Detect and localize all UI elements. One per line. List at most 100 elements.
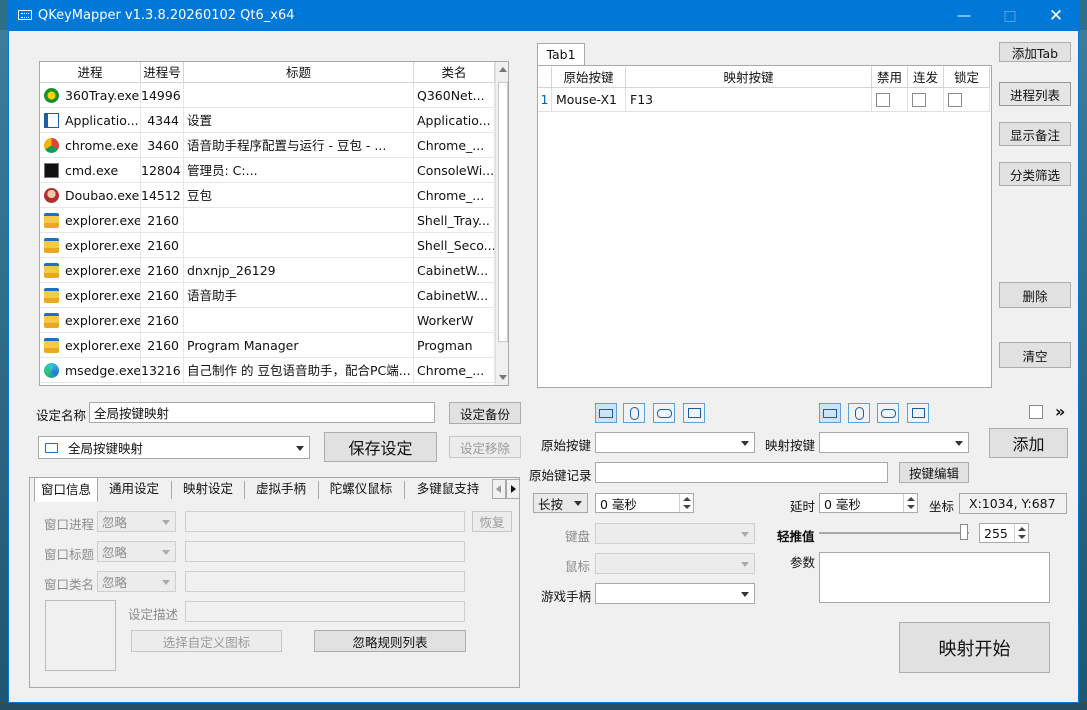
tab-scroll-right-icon[interactable] bbox=[506, 479, 520, 499]
col-original-key[interactable]: 原始按键 bbox=[552, 67, 626, 88]
start-mapping-button[interactable]: 映射开始 bbox=[899, 622, 1050, 673]
process-table-scrollbar[interactable] bbox=[495, 62, 508, 385]
original-key-record-input[interactable] bbox=[595, 462, 888, 483]
original-key-select[interactable] bbox=[595, 432, 755, 453]
lock-checkbox[interactable] bbox=[948, 93, 962, 107]
scroll-thumb[interactable] bbox=[498, 82, 508, 342]
gamepad-icon[interactable] bbox=[653, 403, 675, 423]
col-lock[interactable]: 锁定 bbox=[944, 67, 990, 88]
maximize-button[interactable]: □ bbox=[987, 1, 1033, 31]
process-list-button[interactable]: 进程列表 bbox=[999, 82, 1071, 106]
monitor-icon[interactable] bbox=[907, 403, 929, 423]
setting-name-input[interactable]: 全局按键映射 bbox=[89, 402, 435, 423]
setting-backup-button[interactable]: 设定备份 bbox=[449, 402, 521, 424]
tab-multi-device[interactable]: 多键鼠支持 bbox=[406, 477, 490, 502]
process-table[interactable]: 进程 进程号 标题 类名 360Tray.exe 14996 Q360Net... A… bbox=[39, 61, 509, 386]
spin-arrows-icon[interactable] bbox=[903, 494, 917, 512]
tab-tab1[interactable]: Tab1 bbox=[537, 43, 585, 66]
monitor-icon[interactable] bbox=[683, 403, 705, 423]
table-row[interactable]: chrome.exe 3460 语音助手程序配置与运行 - 豆包 - ... Chro… bbox=[40, 133, 495, 158]
press-time-spinbox[interactable]: 0 毫秒 bbox=[595, 493, 694, 513]
delete-button[interactable]: 删除 bbox=[999, 282, 1071, 308]
burst-checkbox[interactable] bbox=[912, 93, 926, 107]
title-cell: 设置 bbox=[184, 108, 414, 133]
mapped-key-select[interactable] bbox=[819, 432, 969, 453]
key-edit-button[interactable]: 按键编辑 bbox=[899, 462, 969, 483]
clear-button[interactable]: 清空 bbox=[999, 342, 1071, 368]
spin-arrows-icon[interactable] bbox=[1014, 524, 1028, 542]
col-pid[interactable]: 进程号 bbox=[141, 62, 184, 83]
add-mapping-button[interactable]: 添加 bbox=[989, 428, 1068, 458]
pid-cell: 4344 bbox=[141, 108, 184, 133]
table-row[interactable]: cmd.exe 12804 管理员: C:... ConsoleWi... bbox=[40, 158, 495, 183]
window-class-input[interactable] bbox=[185, 571, 465, 592]
delay-spinbox[interactable]: 0 毫秒 bbox=[819, 493, 918, 513]
keyboard-icon[interactable] bbox=[819, 403, 841, 423]
col-class[interactable]: 类名 bbox=[414, 62, 495, 83]
push-value-slider[interactable] bbox=[819, 532, 969, 534]
col-process[interactable]: 进程 bbox=[40, 62, 141, 83]
tab-general-settings[interactable]: 通用设定 bbox=[100, 477, 168, 502]
keyboard-select[interactable] bbox=[595, 523, 755, 544]
gamepad-select[interactable] bbox=[595, 583, 755, 604]
mouse-icon[interactable] bbox=[623, 403, 645, 423]
press-mode-select[interactable]: 长按 bbox=[533, 493, 588, 513]
window-process-mode-select[interactable]: 忽略 bbox=[97, 511, 176, 532]
tab-virtual-gamepad[interactable]: 虚拟手柄 bbox=[246, 477, 316, 502]
table-row[interactable]: explorer.exe 2160 Program Manager Progman bbox=[40, 333, 495, 358]
save-setting-button[interactable]: 保存设定 bbox=[324, 432, 437, 462]
params-textarea[interactable] bbox=[819, 552, 1050, 603]
window-class-mode-select[interactable]: 忽略 bbox=[97, 571, 176, 592]
gamepad-icon[interactable] bbox=[877, 403, 899, 423]
row-original-key[interactable]: Mouse-X1 bbox=[552, 88, 626, 112]
push-value-slider-handle[interactable] bbox=[960, 524, 968, 540]
table-row[interactable]: explorer.exe 2160 WorkerW bbox=[40, 308, 495, 333]
table-row[interactable]: explorer.exe 2160 Shell_Seco... bbox=[40, 233, 495, 258]
mouse-select[interactable] bbox=[595, 553, 755, 574]
keyboard-icon[interactable] bbox=[595, 403, 617, 423]
col-mapped-key[interactable]: 映射按键 bbox=[626, 67, 872, 88]
row-mapped-key[interactable]: F13 bbox=[626, 88, 872, 112]
col-burst[interactable]: 连发 bbox=[908, 67, 944, 88]
setting-description-input[interactable] bbox=[185, 601, 465, 622]
table-row[interactable]: explorer.exe 2160 dnxnjp_26129 CabinetW... bbox=[40, 258, 495, 283]
title-bar[interactable]: QKeyMapper v1.3.8.20260102 Qt6_x64 — □ ✕ bbox=[9, 1, 1080, 31]
ignore-rules-list-button[interactable]: 忽略规则列表 bbox=[314, 630, 466, 652]
table-row[interactable]: explorer.exe 2160 语音助手 CabinetW... bbox=[40, 283, 495, 308]
mapping-table[interactable]: 原始按键 映射按键 禁用 连发 锁定 1 Mouse-X1 F13 bbox=[537, 65, 992, 388]
spin-arrows-icon[interactable] bbox=[679, 494, 693, 512]
coordinate-display: X:1034, Y:687 bbox=[959, 493, 1067, 514]
table-row[interactable]: 360Tray.exe 14996 Q360Net... bbox=[40, 83, 495, 108]
remove-setting-button[interactable]: 设定移除 bbox=[449, 436, 521, 458]
close-button[interactable]: ✕ bbox=[1033, 1, 1079, 31]
choose-custom-icon-button[interactable]: 选择自定义图标 bbox=[131, 630, 282, 652]
disable-checkbox[interactable] bbox=[876, 93, 890, 107]
window-title-mode-select[interactable]: 忽略 bbox=[97, 541, 176, 562]
window-process-input[interactable] bbox=[185, 511, 465, 532]
tab-window-info[interactable]: 窗口信息 bbox=[34, 477, 98, 502]
setting-select[interactable]: 全局按键映射 bbox=[38, 436, 310, 459]
tab-mapping-settings[interactable]: 映射设定 bbox=[173, 477, 243, 502]
table-row[interactable]: Applicatio... 4344 设置 Applicatio... bbox=[40, 108, 495, 133]
minimize-button[interactable]: — bbox=[941, 1, 987, 31]
options-checkbox[interactable] bbox=[1029, 405, 1043, 419]
table-row[interactable]: Doubao.exe 14512 豆包 Chrome_... bbox=[40, 183, 495, 208]
add-tab-button[interactable]: 添加Tab bbox=[999, 42, 1071, 62]
tab-gyro-mouse[interactable]: 陀螺仪鼠标 bbox=[320, 477, 402, 502]
col-title[interactable]: 标题 bbox=[184, 62, 414, 83]
category-filter-button[interactable]: 分类筛选 bbox=[999, 162, 1071, 186]
setting-description-label: 设定描述 bbox=[128, 607, 179, 622]
scroll-down-arrow-icon[interactable] bbox=[499, 375, 507, 380]
main-window: QKeyMapper v1.3.8.20260102 Qt6_x64 — □ ✕… bbox=[8, 0, 1080, 703]
more-options-icon[interactable]: » bbox=[1055, 402, 1065, 421]
table-row[interactable]: explorer.exe 2160 Shell_Tray... bbox=[40, 208, 495, 233]
show-notes-button[interactable]: 显示备注 bbox=[999, 122, 1071, 146]
col-disable[interactable]: 禁用 bbox=[872, 67, 908, 88]
table-row[interactable]: msedge.exe 13216 自己制作 的 豆包语音助手，配合PC端... Chr… bbox=[40, 358, 495, 383]
tab-scroll-left-icon[interactable] bbox=[492, 479, 506, 499]
window-title-input[interactable] bbox=[185, 541, 465, 562]
push-value-spinbox[interactable]: 255 bbox=[979, 523, 1029, 543]
scroll-up-arrow-icon[interactable] bbox=[499, 67, 507, 72]
restore-button[interactable]: 恢复 bbox=[472, 511, 512, 532]
mouse-icon[interactable] bbox=[848, 403, 870, 423]
